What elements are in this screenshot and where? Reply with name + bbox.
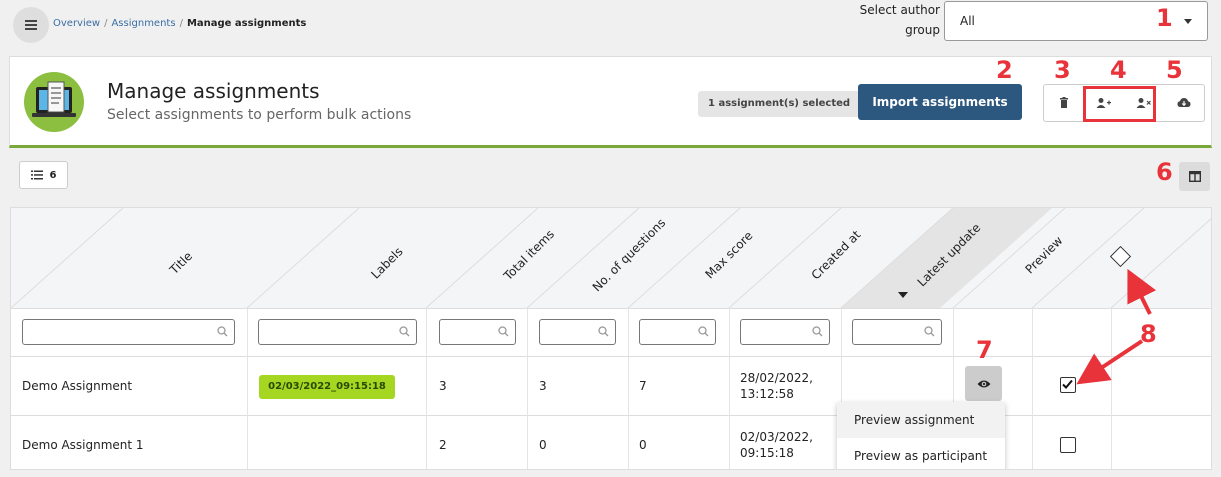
row-title: Demo Assignment [22,379,133,393]
row-title: Demo Assignment 1 [22,438,144,452]
list-count: 6 [49,169,57,181]
page-header: Manage assignments Select assignments to… [9,56,1212,148]
preview-button[interactable] [965,366,1002,401]
list-icon [30,170,43,180]
annotation-3: 3 [1054,56,1071,84]
cloud-download-icon [1177,98,1191,107]
caret-down-icon [1184,19,1192,24]
search-icon [924,326,935,337]
row-total-items: 2 [439,438,447,452]
assignment-logo-icon [24,72,84,132]
annotation-6: 6 [1156,158,1173,186]
total-items-filter-input[interactable] [439,319,516,345]
row-select-checkbox[interactable] [1060,437,1076,453]
column-toggle-button[interactable] [1179,162,1210,191]
selected-count-badge: 1 assignment(s) selected [698,91,861,117]
trash-icon [1060,97,1068,108]
row-questions: 0 [539,438,547,452]
breadcrumb: Overview / Assignments / Manage assignme… [53,18,307,29]
menu-button[interactable] [13,7,49,43]
annotation-5: 5 [1166,56,1183,84]
row-max-score: 0 [639,438,647,452]
preview-dropdown: Preview assignment Preview as participan… [837,402,1005,469]
latest-update-filter-input[interactable] [852,319,942,345]
breadcrumb-current: Manage assignments [186,18,307,29]
download-button[interactable] [1164,85,1204,121]
columns-icon [1188,171,1201,182]
max-score-filter-input[interactable] [639,319,716,345]
labels-filter-input[interactable] [258,319,417,345]
row-created-at: 02/03/2022, 09:15:18 [740,430,813,460]
annotation-4: 4 [1110,56,1127,84]
author-group-label: Select author group [859,3,940,37]
annotation-8: 8 [1140,320,1157,348]
table-header: Title Labels Total items No. of question… [11,208,1211,308]
annotation-2: 2 [996,56,1013,84]
row-created-at: 28/02/2022, 13:12:58 [740,371,813,401]
search-icon [498,326,509,337]
search-icon [598,326,609,337]
page-title: Manage assignments [107,79,320,103]
search-icon [812,326,823,337]
hamburger-icon [25,24,37,26]
row-questions: 3 [539,379,547,393]
delete-button[interactable] [1044,85,1084,121]
preview-as-participant-option[interactable]: Preview as participant [837,438,1005,469]
list-count-button[interactable]: 6 [19,161,68,189]
preview-assignment-option[interactable]: Preview assignment [837,402,1005,438]
search-icon [399,326,410,337]
title-filter-input[interactable] [22,319,235,345]
annotation-7: 7 [976,336,993,364]
author-group-value: All [960,14,975,28]
eye-icon [977,380,990,387]
row-total-items: 3 [439,379,447,393]
page-subtitle: Select assignments to perform bulk actio… [107,107,412,123]
breadcrumb-assignments[interactable]: Assignments [111,18,175,29]
created-at-filter-input[interactable] [740,319,830,345]
row-select-checkbox[interactable] [1060,377,1076,393]
annotation-1: 1 [1156,4,1173,32]
breadcrumb-overview[interactable]: Overview [53,18,100,29]
import-assignments-button[interactable]: Import assignments [858,84,1022,120]
search-icon [217,326,228,337]
row-max-score: 7 [639,379,647,393]
search-icon [698,326,709,337]
assignment-label-chip[interactable]: 02/03/2022_09:15:18 [259,375,395,399]
check-icon [1062,379,1073,389]
annotation-box [1083,86,1156,122]
questions-filter-input[interactable] [539,319,616,345]
assignments-table: Title Labels Total items No. of question… [10,207,1212,470]
